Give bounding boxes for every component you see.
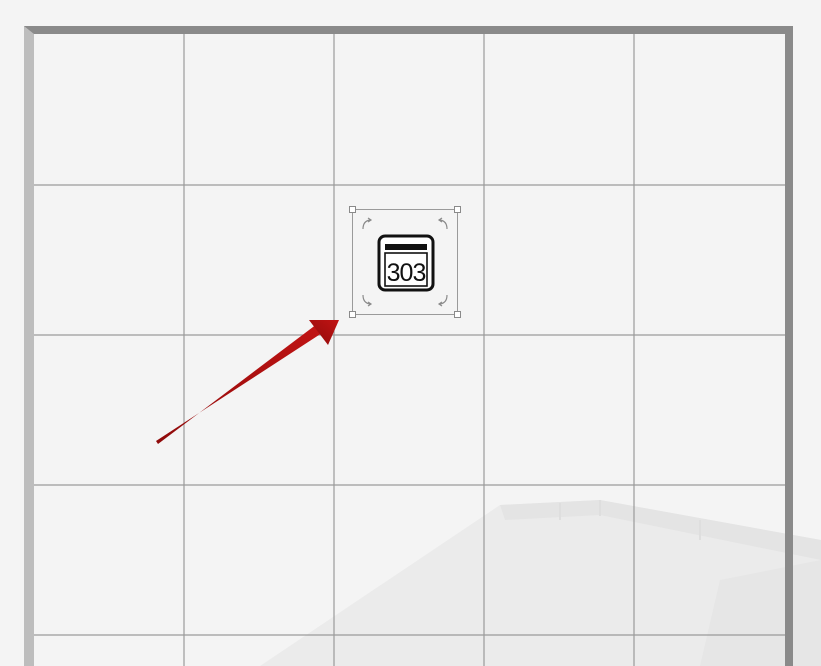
resize-handle-bottom-right[interactable] (454, 311, 461, 318)
room-widget[interactable]: 303 (349, 206, 461, 318)
room-sign-icon: 303 (377, 234, 435, 292)
room-number-label: 303 (386, 259, 427, 287)
rotate-handle-icon[interactable] (436, 293, 450, 307)
floor-plan-editor: 303 (0, 0, 821, 666)
canvas-grid (34, 34, 785, 666)
resize-handle-top-left[interactable] (349, 206, 356, 213)
rotate-handle-icon[interactable] (360, 217, 374, 231)
rotate-handle-icon[interactable] (360, 293, 374, 307)
resize-handle-bottom-left[interactable] (349, 311, 356, 318)
rotate-handle-icon[interactable] (436, 217, 450, 231)
resize-handle-top-right[interactable] (454, 206, 461, 213)
